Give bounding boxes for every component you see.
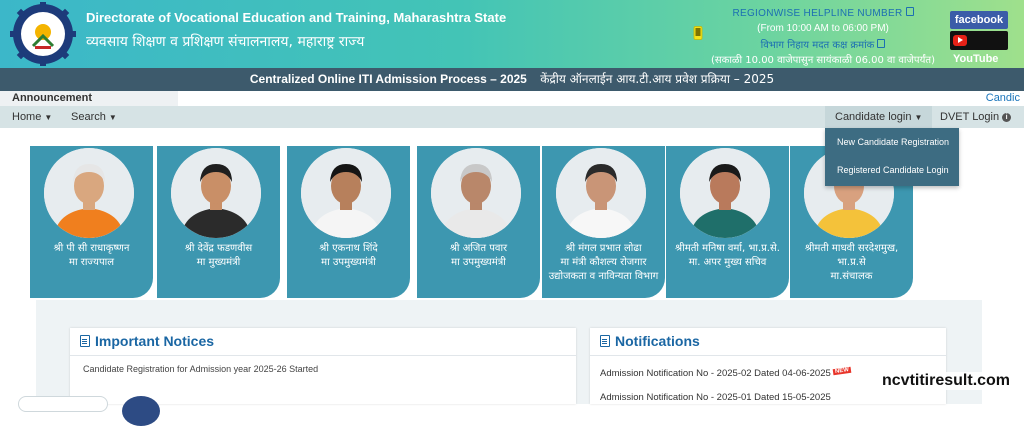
leader-photo xyxy=(431,148,521,238)
admission-title-en: Centralized Online ITI Admission Process… xyxy=(249,72,527,86)
helpline-title[interactable]: REGIONWISE HELPLINE NUMBER xyxy=(732,8,902,19)
registered-candidate-login-link[interactable]: Registered Candidate Login xyxy=(825,156,959,184)
helpline-title-mr[interactable]: विभाग निहाय मदत कक्ष क्रमांक xyxy=(761,40,875,51)
notifications-title: Notifications xyxy=(615,333,700,349)
nav-candidate-login-label: Candidate login xyxy=(835,111,912,123)
nav-candidate-login[interactable]: Candidate login ▼ xyxy=(825,106,933,128)
leader-name: श्री पी सी राधाकृष्णन मा राज्यपाल xyxy=(53,243,130,268)
leader-name: श्रीमती मनिषा वर्मा, भा.प्र.से. मा. अपर म… xyxy=(675,243,780,268)
important-notices-heading: Important Notices xyxy=(80,333,214,349)
leader-name: श्री देवेंद्र फडणवीस मा मुख्यमंत्री xyxy=(184,243,253,268)
nav-search-label: Search xyxy=(71,111,106,123)
admission-title-bar: Centralized Online ITI Admission Process… xyxy=(0,68,1024,91)
important-notices-panel: Important Notices Candidate Registration… xyxy=(70,328,576,404)
leader-name: श्री एकनाथ शिंदे मा उपमुख्यमंत्री xyxy=(319,243,378,268)
leader-name: श्री अजित पवार मा उपमुख्यमंत्री xyxy=(449,243,508,268)
document-icon xyxy=(80,335,90,347)
nav-search[interactable]: Search ▼ xyxy=(71,106,117,128)
chevron-down-icon: ▼ xyxy=(44,113,53,122)
helpline-time: (From 10:00 AM to 06:00 PM) xyxy=(757,23,889,34)
leader-photo xyxy=(556,148,646,238)
divider xyxy=(590,355,946,356)
leader-name: श्री मंगल प्रभात लोढा मा मंत्री कौशल्य रो… xyxy=(548,243,659,282)
directorate-title-en: Directorate of Vocational Education and … xyxy=(86,10,507,25)
portrait-image xyxy=(556,148,646,238)
notice-item[interactable]: Candidate Registration for Admission yea… xyxy=(83,364,318,374)
important-notices-title: Important Notices xyxy=(95,333,215,349)
nav-dvet-login-label: DVET Login xyxy=(940,111,1000,123)
leader-card[interactable]: श्रीमती मनिषा वर्मा, भा.प्र.से. मा. अपर म… xyxy=(666,146,789,298)
notification-item[interactable]: Admission Notification No - 2025-01 Date… xyxy=(600,392,831,403)
youtube-link[interactable]: YouTube xyxy=(950,31,1008,65)
copy-icon[interactable] xyxy=(877,39,886,49)
helpline-time-mr: (सकाळी 10.00 वाजेपासुन सायंकाळी 06.00 वा… xyxy=(710,55,935,66)
site-header: Directorate of Vocational Education and … xyxy=(0,0,1024,68)
chat-launcher-icon[interactable] xyxy=(122,396,160,426)
nav-dvet-login[interactable]: DVET Login i xyxy=(940,106,1012,128)
dvet-logo[interactable] xyxy=(8,2,78,66)
announcement-label: Announcement xyxy=(0,91,178,106)
copy-icon[interactable] xyxy=(905,7,914,17)
main-nav: Home ▼ Search ▼ Candidate login ▼ DVET Logi… xyxy=(0,106,1024,128)
site-watermark: ncvtitiresult.com xyxy=(880,372,1013,390)
info-icon: i xyxy=(1002,112,1012,122)
portrait-image xyxy=(301,148,391,238)
leader-photo xyxy=(301,148,391,238)
phone-icon xyxy=(693,26,703,40)
notification-item[interactable]: Admission Notification No - 2025-02 Date… xyxy=(600,366,852,379)
nav-home[interactable]: Home ▼ xyxy=(12,106,52,128)
announcement-bar: Announcement Candic xyxy=(0,91,1024,106)
notification-text: Admission Notification No - 2025-02 Date… xyxy=(600,368,831,379)
divider xyxy=(70,355,576,356)
youtube-play-icon xyxy=(953,34,967,46)
notifications-panel: Notifications Admission Notification No … xyxy=(590,328,946,404)
document-icon xyxy=(600,335,610,347)
leader-photo xyxy=(171,148,261,238)
leader-card[interactable]: श्री मंगल प्रभात लोढा मा मंत्री कौशल्य रो… xyxy=(542,146,665,298)
new-candidate-registration-link[interactable]: New Candidate Registration xyxy=(825,128,959,156)
admission-title-mr: केंद्रीय ऑनलाईन आय.टी.आय प्रवेश प्रक्रिय… xyxy=(540,72,775,86)
leader-card[interactable]: श्री देवेंद्र फडणवीस मा मुख्यमंत्री xyxy=(157,146,280,298)
facebook-link[interactable]: facebook xyxy=(950,11,1008,29)
portrait-image xyxy=(431,148,521,238)
portrait-image xyxy=(680,148,770,238)
bottom-widget[interactable] xyxy=(18,396,108,412)
leader-photo xyxy=(680,148,770,238)
nav-home-label: Home xyxy=(12,111,42,123)
youtube-label: YouTube xyxy=(953,53,999,65)
chevron-down-icon: ▼ xyxy=(108,113,117,122)
leader-card[interactable]: श्री एकनाथ शिंदे मा उपमुख्यमंत्री xyxy=(287,146,410,298)
portrait-image xyxy=(171,148,261,238)
portrait-image xyxy=(44,148,134,238)
new-badge: NEW xyxy=(832,366,852,376)
notifications-heading: Notifications xyxy=(600,333,700,349)
leader-photo xyxy=(44,148,134,238)
helpline-block: REGIONWISE HELPLINE NUMBER (From 10:00 A… xyxy=(708,4,938,68)
directorate-title-mr: व्यवसाय शिक्षण व प्रशिक्षण संचालनालय, मह… xyxy=(86,34,365,50)
leader-card[interactable]: श्री पी सी राधाकृष्णन मा राज्यपाल xyxy=(30,146,153,298)
leader-name: श्रीमती माधवी सरदेशमुख, भा.प्र.से मा.संचाल… xyxy=(804,243,899,282)
candidate-login-dropdown: New Candidate Registration Registered Ca… xyxy=(825,128,959,186)
chevron-down-icon: ▼ xyxy=(914,113,923,122)
leader-card[interactable]: श्री अजित पवार मा उपमुख्यमंत्री xyxy=(417,146,540,298)
announcement-marquee[interactable]: Candic xyxy=(986,91,1020,106)
